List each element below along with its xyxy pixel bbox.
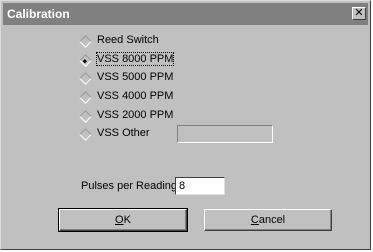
radio-label: VSS 4000 PPM [97,90,174,102]
ok-mnemonic: O [115,214,124,226]
radio-label: Reed Switch [97,34,159,46]
radio-vss-other[interactable]: VSS Other [78,126,188,142]
radio-label: VSS 5000 PPM [97,71,174,83]
title-bar[interactable]: Calibration ✕ [3,3,368,25]
radio-vss-2000[interactable]: VSS 2000 PPM [78,108,188,124]
cancel-label: ancel [258,214,286,226]
ok-label: K [123,214,131,226]
radio-diamond-icon [79,35,92,48]
close-icon: ✕ [354,7,364,19]
radio-diamond-icon [79,110,92,123]
pulses-per-reading-label: Pulses per Reading: [81,180,181,192]
radio-vss-4000[interactable]: VSS 4000 PPM [78,89,188,105]
calibration-dialog: Calibration ✕ Reed Switch VSS 8000 PPM V… [0,0,371,250]
radio-diamond-icon [79,72,92,85]
pulses-per-reading-input[interactable]: 8 [175,177,225,195]
radio-label: VSS Other [97,127,150,139]
radio-label: VSS 2000 PPM [97,109,174,121]
ok-button[interactable]: OK [58,208,188,232]
radio-label: VSS 8000 PPM [95,52,175,66]
close-button[interactable]: ✕ [352,7,366,20]
radio-reed-switch[interactable]: Reed Switch [78,33,188,49]
cancel-button[interactable]: Cancel [204,209,332,231]
radio-vss-8000[interactable]: VSS 8000 PPM [78,52,188,68]
radio-diamond-icon [79,128,92,141]
window-title: Calibration [7,7,70,21]
vss-other-input[interactable] [177,125,273,143]
radio-diamond-icon [79,91,92,104]
cancel-mnemonic: C [250,214,259,226]
radio-vss-5000[interactable]: VSS 5000 PPM [78,70,188,86]
radio-diamond-icon [79,54,92,67]
